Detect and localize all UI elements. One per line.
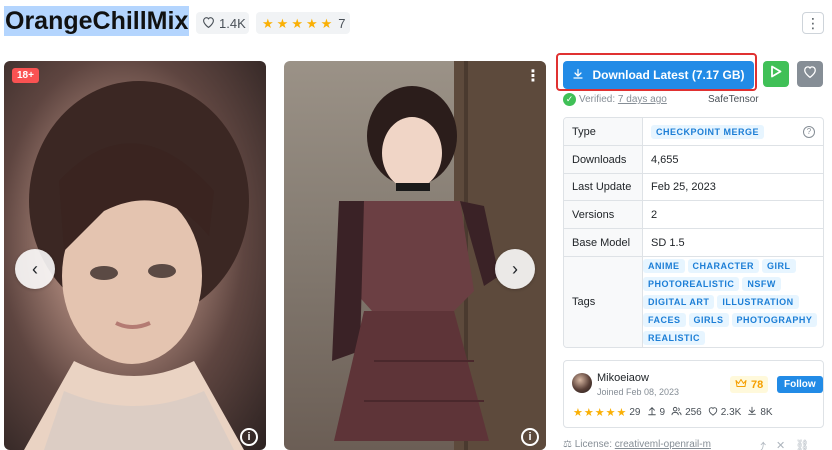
avatar[interactable]: [572, 373, 592, 393]
link-icon[interactable]: ⛓: [795, 439, 809, 450]
creator-stats: ★ ★ ★ ★ ★ 29 9 256 2.3K 8K: [573, 406, 773, 419]
more-options-button[interactable]: ⋮: [802, 12, 824, 34]
creator-rank-badge: 78: [730, 376, 769, 393]
star-icon: ★: [573, 407, 583, 419]
star-icon: ★: [262, 15, 274, 31]
tag[interactable]: ANIME: [643, 259, 685, 273]
license-icon: ⚖: [563, 439, 572, 450]
table-row: Tags ANIME CHARACTER GIRL PHOTOREALISTIC…: [564, 257, 823, 347]
row-label: Versions: [564, 201, 643, 228]
license-row: ⚖ License: creativeml-openrail-m: [563, 439, 711, 450]
type-tag[interactable]: CHECKPOINT MERGE: [651, 124, 765, 139]
creator-name[interactable]: Mikoeiaow: [597, 372, 649, 384]
users-icon: [671, 406, 682, 419]
row-label: Base Model: [564, 229, 643, 256]
heart-icon: [708, 406, 718, 419]
tag[interactable]: FACES: [643, 313, 686, 327]
creator-rating-count: 29: [629, 407, 641, 418]
tag[interactable]: CHARACTER: [687, 259, 759, 273]
info-icon[interactable]: i: [521, 428, 539, 446]
help-icon[interactable]: ?: [803, 125, 815, 138]
row-value: Feb 25, 2023: [651, 181, 716, 193]
row-label: Last Update: [564, 174, 643, 200]
license-label: License:: [574, 439, 612, 450]
row-value: SD 1.5: [651, 236, 685, 249]
creator-downloads: 8K: [760, 407, 773, 418]
star-icon: ★: [616, 407, 627, 419]
creator-card: Mikoeiaow Joined Feb 08, 2023 78 Follow …: [563, 360, 824, 428]
file-format-label: SafeTensor: [708, 94, 759, 105]
star-icon: ★: [594, 407, 605, 419]
license-link[interactable]: creativeml-openrail-m: [615, 439, 711, 450]
creator-joined-date: Joined Feb 08, 2023: [597, 387, 680, 397]
run-button[interactable]: [763, 61, 789, 87]
model-title: OrangeChillMix: [4, 6, 190, 36]
tag[interactable]: ILLUSTRATION: [717, 295, 799, 309]
download-icon: [572, 68, 584, 83]
creator-rank: 78: [751, 378, 764, 391]
rating-count: 7: [338, 15, 346, 31]
row-label: Type: [564, 118, 643, 145]
shield-check-icon: ✓: [563, 93, 576, 106]
tag[interactable]: GIRL: [762, 259, 796, 273]
creator-uploads: 9: [659, 407, 666, 418]
table-row: Versions 2: [564, 201, 823, 229]
tag[interactable]: GIRLS: [688, 313, 729, 327]
table-row: Last Update Feb 25, 2023: [564, 174, 823, 201]
share-icon[interactable]: ⤴: [755, 439, 766, 450]
table-row: Downloads 4,655: [564, 146, 823, 174]
tag[interactable]: PHOTOGRAPHY: [731, 313, 818, 327]
download-latest-button[interactable]: Download Latest (7.17 GB): [563, 61, 754, 89]
tag[interactable]: DIGITAL ART: [643, 295, 715, 309]
row-value: 4,655: [651, 153, 679, 166]
table-row: Base Model SD 1.5: [564, 229, 823, 257]
favorite-button[interactable]: [797, 61, 823, 87]
kebab-icon: ⋮: [806, 14, 820, 31]
play-icon: [770, 65, 782, 83]
row-label: Downloads: [564, 146, 643, 173]
row-value: 2: [651, 208, 658, 221]
creator-followers: 256: [685, 407, 702, 418]
like-count-pill[interactable]: 1.4K: [196, 12, 249, 34]
tag[interactable]: PHOTOREALISTIC: [643, 277, 740, 291]
star-icon: ★: [291, 15, 303, 31]
like-count: 1.4K: [219, 15, 246, 31]
details-table: Type CHECKPOINT MERGE ? Downloads 4,655 …: [563, 117, 824, 348]
star-icon: ★: [276, 15, 289, 31]
heart-icon: [202, 16, 215, 31]
rating-pill[interactable]: ★ ★ ★ ★ ★ 7: [256, 12, 350, 34]
verified-time-link[interactable]: 7 days ago: [618, 94, 667, 105]
nsfw-badge: 18+: [12, 68, 39, 83]
download-label: Download Latest (7.17 GB): [592, 68, 745, 82]
star-icon: ★: [605, 407, 616, 419]
chevron-right-icon: ›: [512, 258, 518, 279]
download-icon: [747, 406, 757, 419]
verified-label: Verified:: [579, 94, 616, 105]
previous-image-button[interactable]: ‹: [15, 249, 55, 289]
tag[interactable]: REALISTIC: [643, 331, 706, 345]
chevron-left-icon: ‹: [32, 258, 38, 279]
kebab-icon[interactable]: ⋮: [525, 66, 541, 86]
tag-list: ANIME CHARACTER GIRL PHOTOREALISTIC NSFW…: [643, 257, 823, 347]
follow-button[interactable]: Follow: [777, 376, 823, 393]
share-icons: ⤴ ✕ ⛓: [755, 439, 809, 450]
star-rating: ★ ★ ★ ★ ★: [573, 406, 626, 419]
star-icon: ★: [305, 15, 318, 31]
verified-row: ✓ Verified: 7 days ago SafeTensor: [563, 93, 823, 107]
info-icon[interactable]: i: [240, 428, 258, 446]
twitter-icon[interactable]: ✕: [776, 439, 785, 450]
star-icon: ★: [320, 15, 333, 31]
table-row: Type CHECKPOINT MERGE ?: [564, 118, 823, 146]
upload-icon: [647, 406, 657, 419]
heart-icon: [803, 65, 817, 83]
crown-icon: [735, 378, 747, 391]
creator-likes: 2.3K: [720, 407, 742, 418]
tag[interactable]: NSFW: [742, 277, 781, 291]
star-icon: ★: [583, 407, 594, 419]
next-image-button[interactable]: ›: [495, 249, 535, 289]
row-label: Tags: [564, 257, 643, 347]
